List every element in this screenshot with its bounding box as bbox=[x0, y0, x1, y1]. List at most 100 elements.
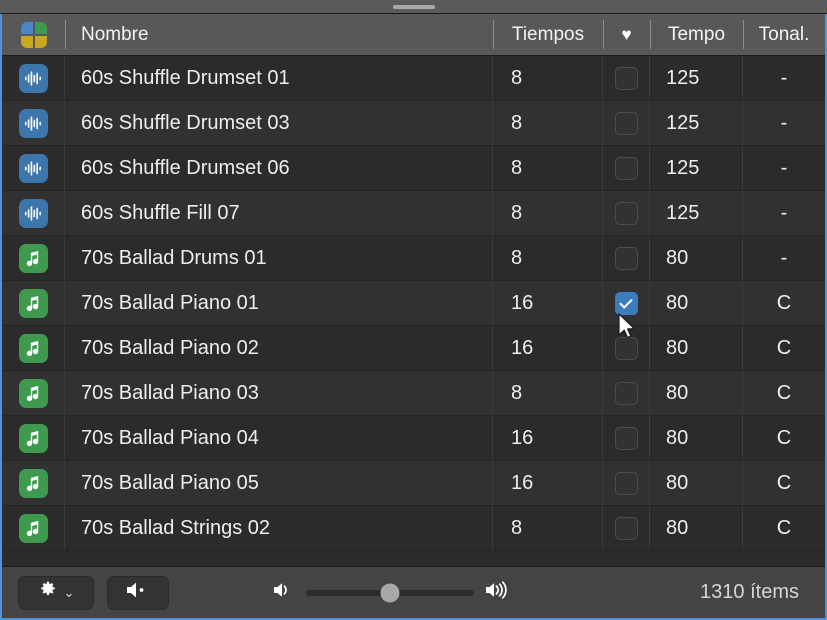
row-type-icon-cell bbox=[2, 236, 65, 280]
row-type-icon-cell bbox=[2, 326, 65, 370]
column-header-name[interactable]: Nombre bbox=[65, 14, 493, 55]
cell-beats: 8 bbox=[493, 506, 603, 550]
favorite-checkbox[interactable] bbox=[615, 202, 638, 225]
cell-name[interactable]: 70s Ballad Piano 04 bbox=[65, 416, 493, 460]
grid-view-icon[interactable] bbox=[21, 22, 47, 48]
row-type-icon-cell bbox=[2, 56, 65, 100]
cell-favorite[interactable] bbox=[603, 461, 650, 505]
favorite-checkbox[interactable] bbox=[615, 517, 638, 540]
favorite-checkbox[interactable] bbox=[615, 67, 638, 90]
cell-key: C bbox=[743, 416, 825, 460]
cell-favorite[interactable] bbox=[603, 281, 650, 325]
window-resize-handle[interactable] bbox=[393, 5, 435, 9]
table-row[interactable]: 60s Shuffle Drumset 018125- bbox=[2, 56, 825, 101]
column-header-favorite[interactable]: ♥ bbox=[603, 14, 650, 55]
row-type-icon-cell bbox=[2, 461, 65, 505]
table-row[interactable]: 70s Ballad Strings 02880C bbox=[2, 506, 825, 551]
row-type-icon-cell bbox=[2, 371, 65, 415]
table-row[interactable]: 70s Ballad Piano 041680C bbox=[2, 416, 825, 461]
chevron-down-icon: ⌄ bbox=[64, 586, 75, 599]
cell-tempo: 125 bbox=[650, 56, 743, 100]
cell-favorite[interactable] bbox=[603, 101, 650, 145]
midi-note-icon bbox=[19, 469, 48, 498]
loop-browser-window: Nombre Tiempos ♥ Tempo Tonal. 60s Shuffl… bbox=[0, 0, 827, 620]
cell-favorite[interactable] bbox=[603, 371, 650, 415]
mute-button[interactable] bbox=[107, 576, 169, 610]
volume-slider[interactable] bbox=[306, 590, 474, 596]
cell-name[interactable]: 70s Ballad Piano 03 bbox=[65, 371, 493, 415]
midi-note-icon bbox=[19, 424, 48, 453]
speaker-mute-icon bbox=[125, 580, 151, 605]
cell-favorite[interactable] bbox=[603, 191, 650, 235]
cell-beats: 8 bbox=[493, 101, 603, 145]
cell-name[interactable]: 70s Ballad Piano 02 bbox=[65, 326, 493, 370]
row-type-icon-cell bbox=[2, 191, 65, 235]
cell-name[interactable]: 60s Shuffle Drumset 06 bbox=[65, 146, 493, 190]
cell-name[interactable]: 70s Ballad Drums 01 bbox=[65, 236, 493, 280]
volume-slider-thumb[interactable] bbox=[381, 583, 400, 602]
favorite-checkbox[interactable] bbox=[615, 472, 638, 495]
favorite-checkbox[interactable] bbox=[615, 382, 638, 405]
bottom-toolbar: ⌄ bbox=[2, 566, 825, 618]
cell-favorite[interactable] bbox=[603, 416, 650, 460]
cell-name[interactable]: 60s Shuffle Drumset 01 bbox=[65, 56, 493, 100]
favorite-checkbox[interactable] bbox=[615, 427, 638, 450]
row-type-icon-cell bbox=[2, 146, 65, 190]
row-type-icon-cell bbox=[2, 416, 65, 460]
cell-key: C bbox=[743, 506, 825, 550]
favorite-checkbox[interactable] bbox=[615, 112, 638, 135]
cell-favorite[interactable] bbox=[603, 146, 650, 190]
table-row[interactable]: 60s Shuffle Fill 078125- bbox=[2, 191, 825, 236]
speaker-high-icon[interactable] bbox=[485, 580, 515, 605]
cell-name[interactable]: 70s Ballad Piano 05 bbox=[65, 461, 493, 505]
cell-key: C bbox=[743, 326, 825, 370]
table-row[interactable]: 70s Ballad Piano 021680C bbox=[2, 326, 825, 371]
cell-beats: 16 bbox=[493, 461, 603, 505]
cell-name[interactable]: 70s Ballad Piano 01 bbox=[65, 281, 493, 325]
settings-menu-button[interactable]: ⌄ bbox=[18, 576, 94, 610]
cell-tempo: 80 bbox=[650, 236, 743, 280]
table-row[interactable]: 70s Ballad Piano 051680C bbox=[2, 461, 825, 506]
cell-tempo: 80 bbox=[650, 371, 743, 415]
cell-favorite[interactable] bbox=[603, 56, 650, 100]
loop-list[interactable]: 60s Shuffle Drumset 018125-60s Shuffle D… bbox=[2, 56, 825, 566]
cell-name[interactable]: 60s Shuffle Fill 07 bbox=[65, 191, 493, 235]
cell-favorite[interactable] bbox=[603, 236, 650, 280]
column-header-view-toggle[interactable] bbox=[2, 14, 65, 55]
column-header-tempo[interactable]: Tempo bbox=[650, 14, 743, 55]
cell-beats: 8 bbox=[493, 371, 603, 415]
favorite-checkbox[interactable] bbox=[615, 247, 638, 270]
cell-key: - bbox=[743, 101, 825, 145]
table-row[interactable]: 70s Ballad Piano 011680C bbox=[2, 281, 825, 326]
cell-favorite[interactable] bbox=[603, 326, 650, 370]
table-row[interactable]: 60s Shuffle Drumset 068125- bbox=[2, 146, 825, 191]
favorite-checkbox[interactable] bbox=[615, 337, 638, 360]
cell-name[interactable]: 70s Ballad Strings 02 bbox=[65, 506, 493, 550]
cell-beats: 16 bbox=[493, 281, 603, 325]
cell-favorite[interactable] bbox=[603, 506, 650, 550]
table-row[interactable]: 70s Ballad Piano 03880C bbox=[2, 371, 825, 416]
favorite-checkbox[interactable] bbox=[615, 157, 638, 180]
table-row[interactable]: 60s Shuffle Drumset 038125- bbox=[2, 101, 825, 146]
audio-waveform-icon bbox=[19, 109, 48, 138]
cell-beats: 8 bbox=[493, 236, 603, 280]
audio-waveform-icon bbox=[19, 154, 48, 183]
table-row[interactable]: 70s Ballad Drums 01880- bbox=[2, 236, 825, 281]
cell-tempo: 80 bbox=[650, 416, 743, 460]
cell-beats: 8 bbox=[493, 56, 603, 100]
volume-control-group bbox=[273, 580, 515, 605]
cell-key: C bbox=[743, 461, 825, 505]
window-drag-strip[interactable] bbox=[0, 0, 827, 14]
cell-tempo: 125 bbox=[650, 146, 743, 190]
favorite-checkbox[interactable] bbox=[615, 292, 638, 315]
speaker-low-icon[interactable] bbox=[273, 581, 295, 604]
cell-key: - bbox=[743, 191, 825, 235]
column-header-beats[interactable]: Tiempos bbox=[493, 14, 603, 55]
cell-name[interactable]: 60s Shuffle Drumset 03 bbox=[65, 101, 493, 145]
row-type-icon-cell bbox=[2, 281, 65, 325]
midi-note-icon bbox=[19, 514, 48, 543]
midi-note-icon bbox=[19, 289, 48, 318]
gear-icon bbox=[38, 580, 58, 605]
row-type-icon-cell bbox=[2, 101, 65, 145]
column-header-key[interactable]: Tonal. bbox=[743, 14, 825, 55]
